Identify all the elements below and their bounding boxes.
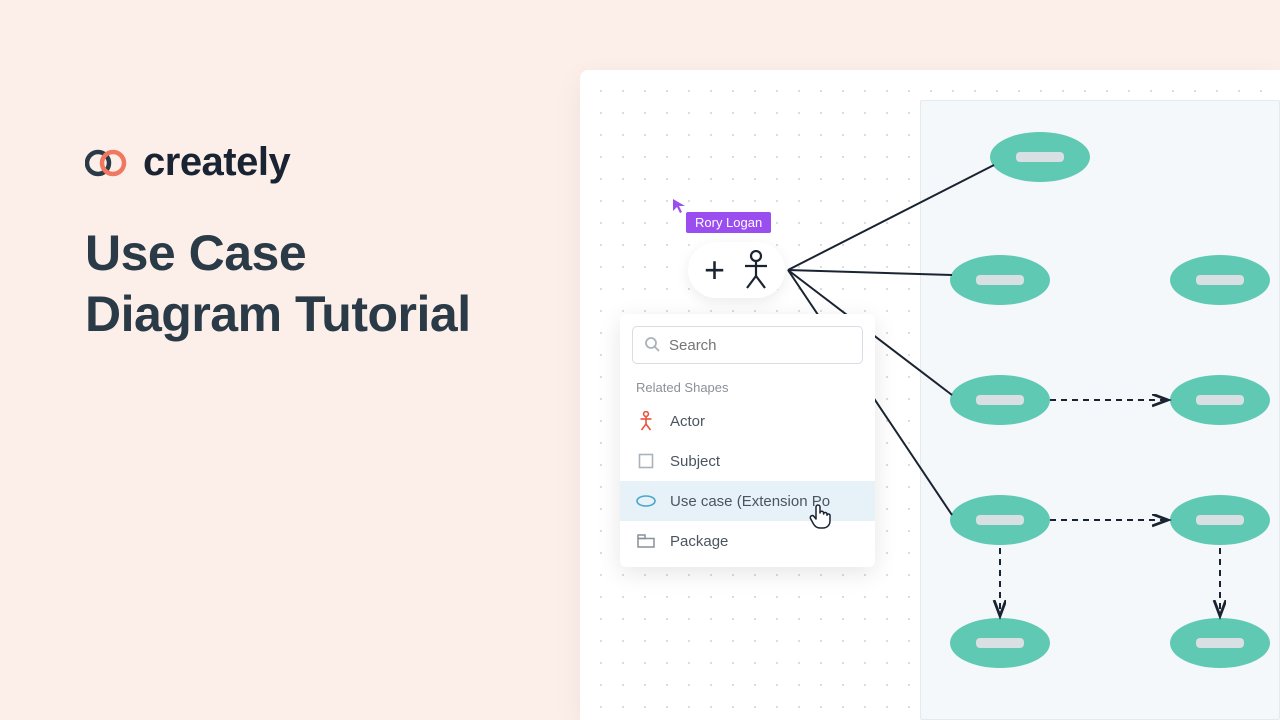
shape-item-subject[interactable]: Subject — [620, 441, 875, 481]
brand-name: creately — [143, 140, 290, 185]
page-title: Use Case Diagram Tutorial — [85, 223, 471, 345]
pointer-cursor-icon — [808, 504, 832, 535]
collaborator-name-tag: Rory Logan — [686, 212, 771, 233]
shape-item-label: Actor — [670, 413, 705, 430]
shape-item-label: Use case (Extension Po — [670, 493, 830, 510]
package-icon — [636, 532, 656, 550]
brand-logo: creately — [85, 140, 471, 185]
use-case-node[interactable] — [1170, 618, 1270, 668]
shape-item-label: Subject — [670, 453, 720, 470]
use-case-node[interactable] — [950, 618, 1050, 668]
search-icon — [644, 336, 660, 357]
shape-item-usecase[interactable]: Use case (Extension Po — [620, 481, 875, 521]
use-case-node[interactable] — [950, 255, 1050, 305]
diagram-canvas[interactable]: Rory Logan + Related Shapes — [580, 70, 1280, 720]
use-case-node[interactable] — [950, 375, 1050, 425]
shape-panel[interactable]: Related Shapes Actor Subject — [620, 314, 875, 567]
actor-icon[interactable] — [743, 250, 769, 290]
logo-rings-icon — [85, 148, 133, 178]
collaborator-cursor: Rory Logan — [672, 198, 688, 214]
panel-section-label: Related Shapes — [620, 368, 875, 401]
search-input[interactable] — [632, 326, 863, 364]
subject-icon — [636, 452, 656, 470]
usecase-icon — [636, 492, 656, 510]
actor-icon — [636, 412, 656, 430]
shape-item-package[interactable]: Package — [620, 521, 875, 561]
use-case-node[interactable] — [1170, 255, 1270, 305]
use-case-node[interactable] — [950, 495, 1050, 545]
shape-item-label: Package — [670, 533, 728, 550]
use-case-node[interactable] — [1170, 375, 1270, 425]
use-case-node[interactable] — [1170, 495, 1270, 545]
shape-item-actor[interactable]: Actor — [620, 401, 875, 441]
use-case-node[interactable] — [990, 132, 1090, 182]
add-element-popup[interactable]: + — [688, 242, 785, 298]
plus-icon[interactable]: + — [704, 252, 725, 288]
